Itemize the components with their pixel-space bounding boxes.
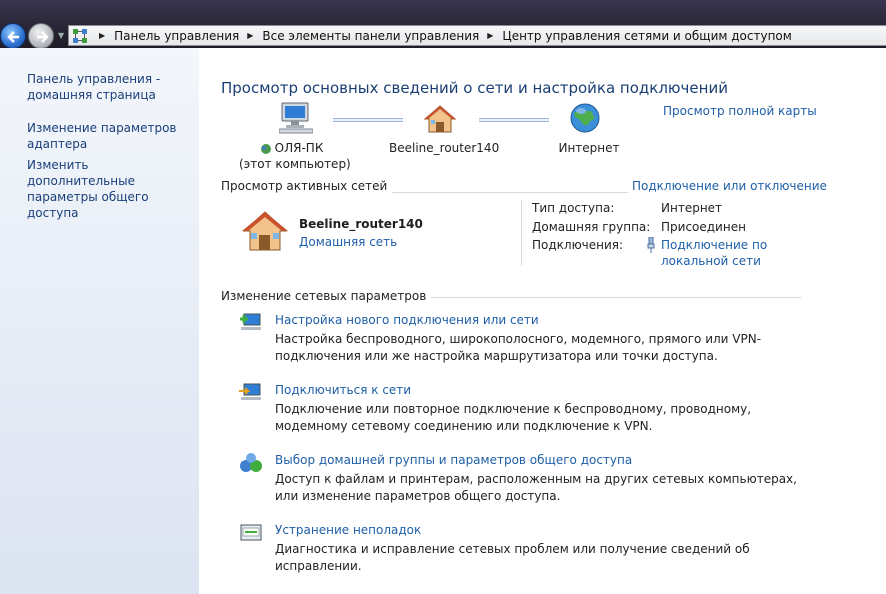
local-connection-link[interactable]: Подключение по xyxy=(661,238,767,252)
sidebar-item-home[interactable]: Панель управления - домашняя страница xyxy=(27,71,197,103)
task-new-connection-desc: Настройка беспроводного, широкополосного… xyxy=(275,332,762,363)
access-type-value: Интернет xyxy=(661,201,723,215)
title-bar: ▼ ▶ Панель управления ▶ Все элементы пан… xyxy=(0,0,886,49)
computer-icon[interactable] xyxy=(278,102,314,137)
breadcrumb-item[interactable]: Все элементы панели управления xyxy=(262,29,479,43)
network-center-icon xyxy=(69,26,91,45)
connect-network-icon[interactable] xyxy=(239,382,263,407)
breadcrumb-item[interactable]: Центр управления сетями и общим доступом xyxy=(502,29,791,43)
home-network-icon[interactable] xyxy=(241,209,289,256)
task-homegroup-link[interactable]: Выбор домашней группы и параметров общег… xyxy=(275,453,632,467)
sidebar-item-sharing-settings[interactable]: Изменить дополнительные параметры общего… xyxy=(27,157,197,221)
ethernet-icon xyxy=(646,236,656,256)
local-connection-link-line2[interactable]: локальной сети xyxy=(661,254,761,268)
breadcrumb-item[interactable]: Панель управления xyxy=(114,29,239,43)
sidebar-item-adapter-settings[interactable]: Изменение параметров адаптера xyxy=(27,120,197,152)
breadcrumb-chevron-icon[interactable]: ▶ xyxy=(247,31,253,40)
network-name: Beeline_router140 xyxy=(299,217,423,231)
history-dropdown-icon[interactable]: ▼ xyxy=(58,31,64,40)
task-troubleshoot-link[interactable]: Устранение неполадок xyxy=(275,523,421,537)
internet-label: Интернет xyxy=(558,141,620,155)
troubleshoot-icon[interactable] xyxy=(239,522,263,547)
network-type-link[interactable]: Домашняя сеть xyxy=(299,235,397,249)
new-connection-icon[interactable] xyxy=(239,312,263,337)
change-settings-header: Изменение сетевых параметров xyxy=(221,289,432,303)
internet-globe-icon[interactable] xyxy=(569,102,601,137)
task-new-connection-link[interactable]: Настройка нового подключения или сети xyxy=(275,313,539,327)
address-bar[interactable]: ▶ Панель управления ▶ Все элементы панел… xyxy=(68,25,886,46)
homegroup-label: Домашняя группа: xyxy=(532,220,651,234)
task-troubleshoot-desc: Диагностика и исправление сетевых пробле… xyxy=(275,542,750,573)
homegroup-value-link[interactable]: Присоединен xyxy=(661,220,746,234)
breadcrumb-chevron-icon[interactable]: ▶ xyxy=(99,31,105,40)
homegroup-icon[interactable] xyxy=(239,452,263,477)
computer-note: (этот компьютер) xyxy=(239,157,351,171)
back-button[interactable] xyxy=(0,23,26,49)
active-networks-header: Просмотр активных сетей xyxy=(221,179,393,193)
vertical-divider xyxy=(521,200,522,266)
connect-disconnect-link[interactable]: Подключение или отключение xyxy=(628,179,827,193)
map-connection-line xyxy=(479,118,549,122)
connections-label: Подключения: xyxy=(532,238,624,252)
full-map-link[interactable]: Просмотр полной карты xyxy=(663,104,817,118)
sidebar: Панель управления - домашняя страница Из… xyxy=(0,48,199,594)
map-connection-line xyxy=(333,118,403,122)
task-connect-network-desc: Подключение или повторное подключение к … xyxy=(275,402,752,433)
breadcrumb-chevron-icon[interactable]: ▶ xyxy=(487,31,493,40)
task-connect-network-link[interactable]: Подключиться к сети xyxy=(275,383,411,397)
main-content: Просмотр основных сведений о сети и наст… xyxy=(199,48,886,594)
forward-button[interactable] xyxy=(28,23,54,49)
back-arrow-icon xyxy=(7,31,19,43)
page-title: Просмотр основных сведений о сети и наст… xyxy=(221,79,728,97)
router-home-icon[interactable] xyxy=(423,104,457,137)
forward-arrow-icon xyxy=(37,31,49,43)
task-homegroup-desc: Доступ к файлам и принтерам, расположенн… xyxy=(275,472,797,503)
access-type-label: Тип доступа: xyxy=(532,201,615,215)
network-badge-icon xyxy=(260,143,272,158)
router-name: Beeline_router140 xyxy=(389,141,500,155)
